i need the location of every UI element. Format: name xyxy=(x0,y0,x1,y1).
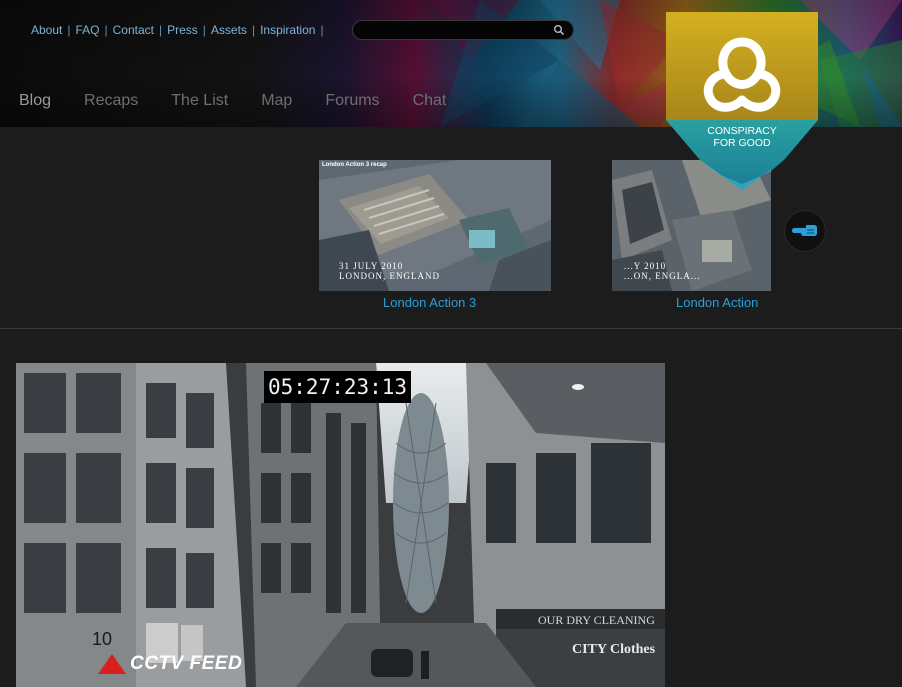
thumbnail-location: ...ON, ENGLA... xyxy=(624,271,701,281)
top-link-assets[interactable]: Assets xyxy=(211,23,247,37)
top-link-inspiration[interactable]: Inspiration xyxy=(260,23,315,37)
video-caption-london-action-3[interactable]: London Action 3 xyxy=(383,295,476,310)
warning-triangle-icon xyxy=(98,654,126,674)
thumbnail-location: LONDON, ENGLAND xyxy=(339,271,440,281)
carousel-next-button[interactable] xyxy=(784,210,826,252)
top-link-faq[interactable]: FAQ xyxy=(75,23,99,37)
nav-blog[interactable]: Blog xyxy=(19,92,51,110)
thumbnail-date: ...Y 2010 xyxy=(624,261,667,271)
pointing-hand-icon xyxy=(792,225,817,236)
nav-map[interactable]: Map xyxy=(261,92,292,110)
store-name: CITY Clothes xyxy=(572,642,656,657)
nav-forums[interactable]: Forums xyxy=(325,92,379,110)
main-nav: Blog Recaps The List Map Forums Chat xyxy=(19,92,479,110)
search-icon[interactable] xyxy=(553,24,565,36)
cctv-label-text: CCTV FEED xyxy=(130,653,243,674)
nav-the-list[interactable]: The List xyxy=(171,92,228,110)
badge-line-1: CONSPIRACY xyxy=(707,125,776,137)
cctv-street-image: OUR DRY CLEANING CITY Clothes 10 xyxy=(16,363,665,687)
top-link-contact[interactable]: Contact xyxy=(113,23,154,37)
video-caption-london-action[interactable]: London Action xyxy=(676,295,758,310)
storefront-sign: OUR DRY CLEANING xyxy=(538,613,655,627)
cctv-feed-label: CCTV FEED xyxy=(98,653,242,675)
conspiracy-for-good-logo[interactable]: CONSPIRACY FOR GOOD xyxy=(666,12,818,192)
badge-line-2: FOR GOOD xyxy=(713,137,771,149)
video-thumbnail-london-action-3[interactable]: London Action 3 recap 31 JULY 2010 LONDO… xyxy=(319,160,551,291)
nav-recaps[interactable]: Recaps xyxy=(84,92,138,110)
top-link-press[interactable]: Press xyxy=(167,23,198,37)
thumbnail-date: 31 JULY 2010 xyxy=(339,261,404,271)
cctv-feed-video[interactable]: OUR DRY CLEANING CITY Clothes 10 05:27:2… xyxy=(16,363,665,687)
top-links: About | FAQ | Contact | Press | Assets |… xyxy=(31,23,324,37)
search-box xyxy=(352,20,574,40)
search-input[interactable] xyxy=(353,22,543,40)
building-number: 10 xyxy=(92,629,112,649)
top-link-about[interactable]: About xyxy=(31,23,62,37)
thumbnail-title: London Action 3 recap xyxy=(322,162,387,168)
empty-sidebar-area xyxy=(665,329,902,687)
nav-chat[interactable]: Chat xyxy=(413,92,447,110)
cctv-timestamp: 05:27:23:13 xyxy=(264,371,412,403)
